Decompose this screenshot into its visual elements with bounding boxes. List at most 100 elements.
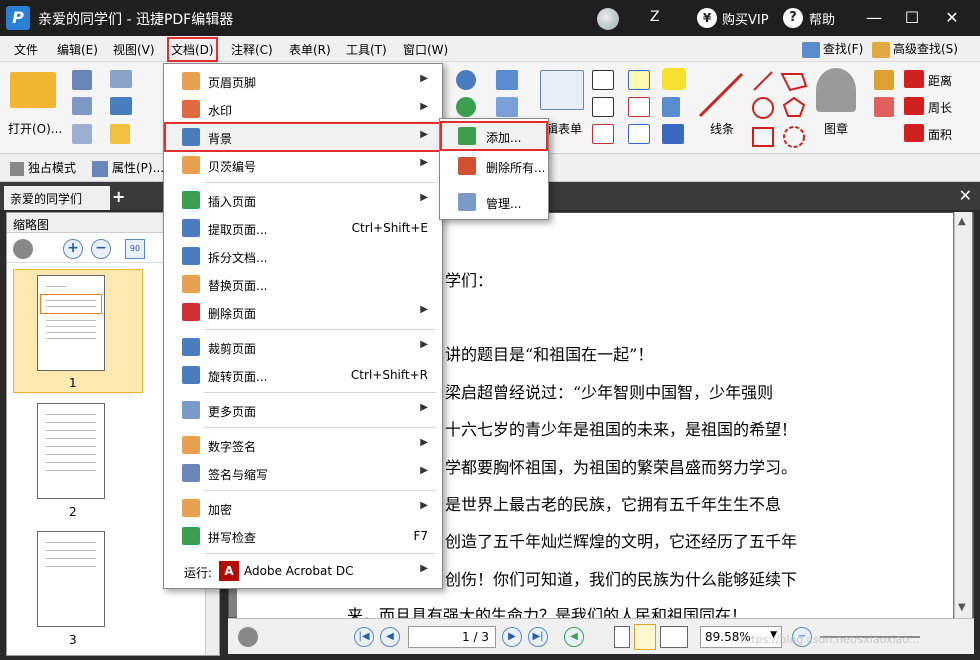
user-name[interactable]: Z	[650, 9, 660, 25]
menu-item-replace-pages[interactable]: 替换页面...	[166, 271, 440, 297]
menu-edit[interactable]: 编辑(E)	[57, 41, 98, 58]
line-label[interactable]: 线条	[710, 120, 734, 137]
close-tab-icon[interactable]: ✕	[959, 186, 972, 205]
menu-window[interactable]: 窗口(W)	[403, 41, 448, 58]
menu-comment[interactable]: 注释(C)	[231, 41, 273, 58]
continuous-page-icon[interactable]	[634, 624, 656, 650]
new-doc-icon[interactable]	[110, 124, 130, 144]
facing-page-icon[interactable]	[660, 626, 688, 648]
exclusive-mode-button[interactable]: 独占模式	[10, 159, 76, 176]
text-field-icon[interactable]	[592, 97, 614, 117]
menu-item-rotate-pages[interactable]: 旋转页面... Ctrl+Shift+R	[166, 362, 440, 388]
user-avatar[interactable]	[597, 8, 619, 30]
area-icon[interactable]	[904, 124, 924, 142]
menu-view[interactable]: 视图(V)	[113, 41, 155, 58]
menu-item-split-document[interactable]: 拆分文档...	[166, 243, 440, 269]
maximize-icon[interactable]: ☐	[900, 6, 924, 30]
thumbnail-page-3[interactable]	[37, 531, 105, 627]
submenu-item-delete-all[interactable]: 删除所有...	[442, 153, 546, 179]
menu-item-sign-initials[interactable]: 签名与缩写 ▶	[166, 460, 440, 486]
callout-icon[interactable]	[592, 124, 614, 144]
menu-item-encrypt[interactable]: 加密 ▶	[166, 495, 440, 521]
document-scrollbar[interactable]: ▲ ▼	[954, 212, 972, 618]
next-page-icon[interactable]: ▶	[502, 627, 522, 647]
perimeter-icon[interactable]	[904, 97, 924, 115]
edit-object-icon[interactable]	[496, 97, 518, 117]
thumbnail-page-1[interactable]	[37, 275, 105, 371]
submenu-item-manage[interactable]: 管理...	[442, 189, 546, 215]
thumbnail-page-2[interactable]	[37, 403, 105, 499]
pencil-icon[interactable]	[874, 70, 894, 90]
menu-item-delete-pages[interactable]: 删除页面 ▶	[166, 299, 440, 325]
menu-item-bates-numbering[interactable]: 贝茨编号 ▶	[166, 152, 440, 178]
stamp-label[interactable]: 图章	[824, 120, 848, 137]
gear-icon[interactable]	[13, 239, 33, 259]
menu-item-crop-pages[interactable]: 裁剪页面 ▶	[166, 334, 440, 360]
perimeter-label[interactable]: 周长	[928, 99, 952, 116]
zoom-out-thumb-icon[interactable]: −	[91, 239, 111, 259]
submenu-item-add[interactable]: 添加...	[440, 121, 548, 151]
menu-item-more-pages[interactable]: 更多页面 ▶	[166, 397, 440, 423]
text-box-icon[interactable]	[592, 70, 614, 90]
underline-icon[interactable]	[628, 124, 650, 144]
open-button-label[interactable]: 打开(O)...	[8, 120, 62, 137]
zoom-in-thumb-icon[interactable]: +	[63, 239, 83, 259]
area-label[interactable]: 面积	[928, 126, 952, 143]
stamp-icon[interactable]	[816, 68, 856, 112]
menu-item-extract-pages[interactable]: 提取页面... Ctrl+Shift+E	[166, 215, 440, 241]
rotate-90-icon[interactable]: 90	[125, 239, 145, 259]
menu-item-insert-pages[interactable]: 插入页面 ▶	[166, 187, 440, 213]
export-icon[interactable]	[72, 124, 92, 144]
distance-label[interactable]: 距离	[928, 72, 952, 89]
first-page-icon[interactable]: |◀	[354, 627, 374, 647]
advanced-find-button[interactable]: 高级查找(S)	[872, 40, 958, 58]
strikeout-icon[interactable]	[628, 97, 650, 117]
shape-tools-icon[interactable]	[750, 68, 810, 152]
find-button[interactable]: 查找(F)	[802, 40, 863, 58]
last-page-icon[interactable]: ▶|	[528, 627, 548, 647]
eraser-icon[interactable]	[874, 97, 894, 117]
menu-item-spell-check[interactable]: 拼写检查 F7	[166, 523, 440, 549]
menu-form[interactable]: 表单(R)	[289, 41, 331, 58]
distance-icon[interactable]	[904, 70, 924, 88]
scroll-down-icon[interactable]: ▼	[958, 602, 966, 613]
properties-button[interactable]: 属性(P)...	[92, 159, 164, 177]
line-tool-icon[interactable]	[696, 70, 746, 120]
note-icon[interactable]	[662, 68, 686, 90]
zoom-in-icon[interactable]	[456, 70, 476, 90]
menu-item-background[interactable]: 背景 ▶	[164, 122, 442, 152]
minimize-icon[interactable]: —	[862, 6, 886, 30]
previous-page-icon[interactable]: ◀	[380, 627, 400, 647]
save-icon[interactable]	[72, 70, 92, 90]
open-folder-icon[interactable]	[10, 72, 56, 108]
help-link[interactable]: 帮助	[809, 9, 835, 28]
menu-item-run-acrobat[interactable]: 运行: A Adobe Acrobat DC ▶	[166, 558, 440, 584]
buy-vip-link[interactable]: 购买VIP	[722, 9, 769, 28]
single-page-icon[interactable]	[614, 626, 630, 648]
settings-gear-icon[interactable]	[238, 627, 258, 647]
page-number-field[interactable]: 1 / 3	[408, 626, 496, 648]
form-icon[interactable]	[540, 70, 584, 110]
email-icon[interactable]	[110, 70, 132, 88]
attach-icon[interactable]	[662, 97, 680, 117]
print-icon[interactable]	[72, 97, 92, 115]
menu-item-header-footer[interactable]: 页眉页脚 ▶	[166, 68, 440, 94]
scan-icon[interactable]	[110, 97, 132, 115]
menu-item-watermark[interactable]: 水印 ▶	[166, 96, 440, 122]
close-icon[interactable]: ✕	[940, 6, 964, 30]
menu-item-digital-signature[interactable]: 数字签名 ▶	[166, 432, 440, 458]
back-icon[interactable]: ◀	[564, 627, 584, 647]
edit-text-icon[interactable]	[496, 70, 518, 90]
tab-document[interactable]: 亲爱的同学们	[4, 186, 110, 210]
vip-icon[interactable]: ¥	[697, 8, 717, 28]
menu-file[interactable]: 文件	[14, 41, 38, 58]
scroll-up-icon[interactable]: ▲	[958, 216, 966, 227]
rotate-icon[interactable]	[456, 97, 476, 117]
form-label[interactable]: 辑表单	[546, 120, 582, 137]
menu-document[interactable]: 文档(D)	[167, 37, 218, 62]
menu-tools[interactable]: 工具(T)	[346, 41, 387, 58]
typewriter-icon[interactable]	[628, 70, 650, 90]
new-tab-icon[interactable]: +	[112, 187, 128, 206]
sound-icon[interactable]	[662, 124, 684, 144]
help-icon[interactable]: ?	[783, 8, 803, 28]
